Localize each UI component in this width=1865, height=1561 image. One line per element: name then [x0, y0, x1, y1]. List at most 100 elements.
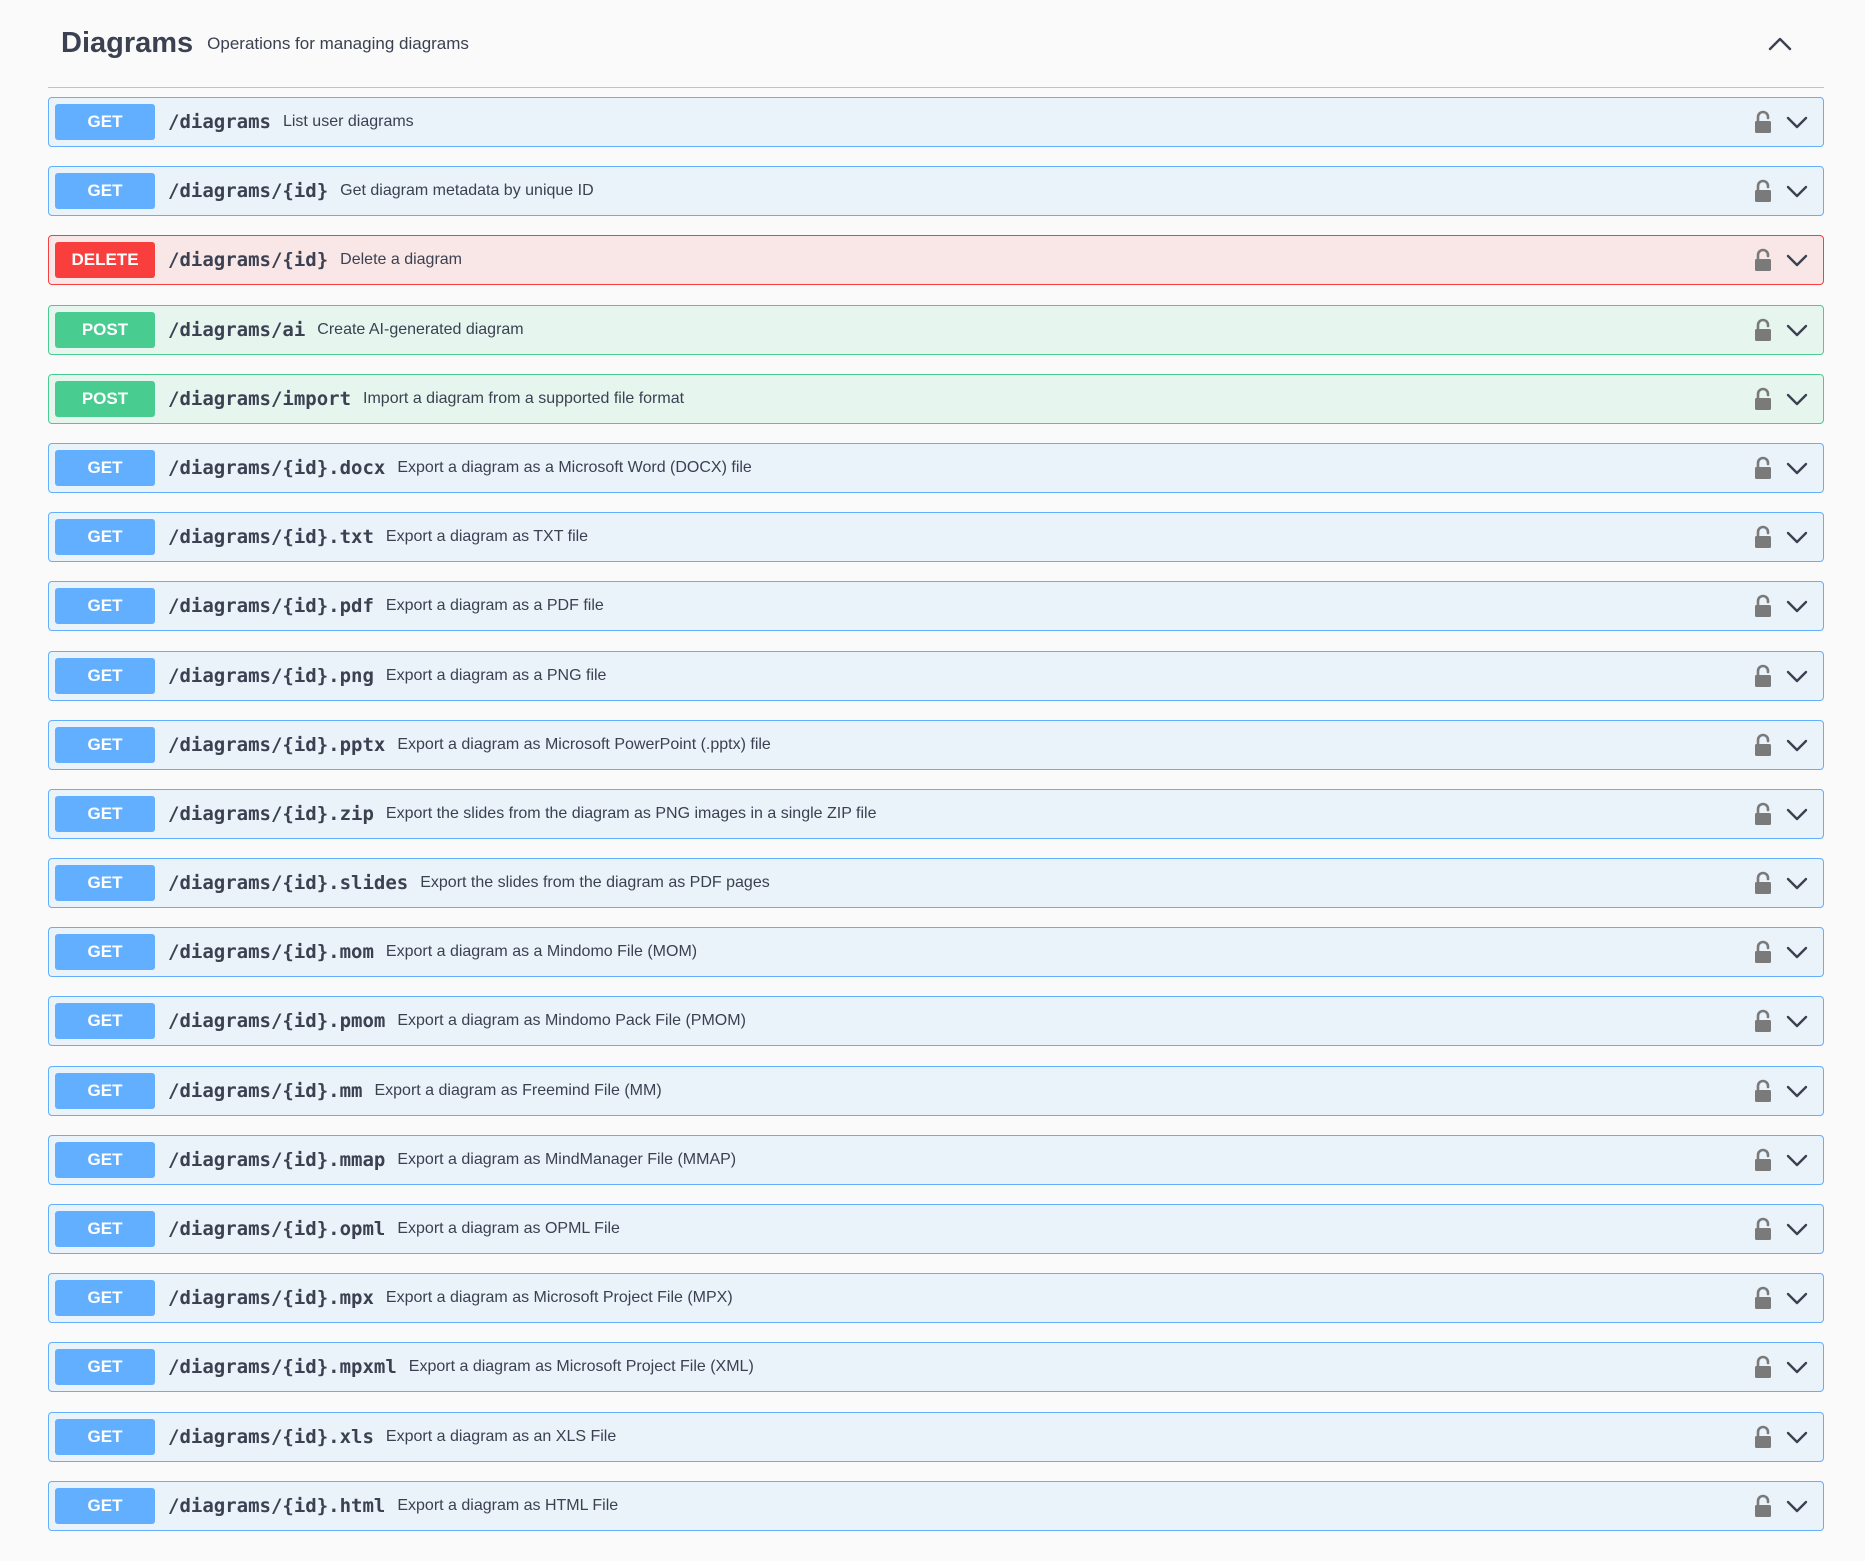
method-badge-get: GET — [55, 1280, 155, 1317]
chevron-down-icon[interactable] — [1785, 1011, 1809, 1031]
method-badge-delete: DELETE — [55, 242, 155, 279]
method-badge-get: GET — [55, 1003, 155, 1040]
operation-row[interactable]: GET/diagrams/{id}.xls Export a diagram as… — [48, 1411, 1824, 1462]
operation-row[interactable]: GET/diagrams/{id}.txt Export a diagram as… — [48, 512, 1824, 563]
operation-path: /diagrams — [168, 111, 271, 133]
operation-summary: Export a diagram as Microsoft PowerPoint… — [397, 735, 771, 753]
diagrams-section: Diagrams Operations for managing diagram… — [48, 0, 1824, 1531]
operation-row[interactable]: GET/diagrams/{id}.docx Export a diagram a… — [48, 442, 1824, 493]
method-badge-post: POST — [55, 311, 155, 348]
chevron-down-icon[interactable] — [1785, 804, 1809, 824]
operation-summary: Export a diagram as a Mindomo File (MOM) — [385, 943, 698, 961]
chevron-down-icon[interactable] — [1785, 666, 1809, 686]
lock-icon[interactable] — [1753, 1009, 1773, 1033]
lock-icon[interactable] — [1753, 1494, 1773, 1518]
operation-row[interactable]: DELETE/diagrams/{id} Delete a diagram — [48, 235, 1824, 286]
operation-path: /diagrams/{id}.png — [168, 664, 374, 687]
section-description: Operations for managing diagrams — [207, 33, 469, 53]
operation-row[interactable]: GET/diagrams/{id}.pdf Export a diagram as… — [48, 581, 1824, 632]
lock-icon[interactable] — [1753, 525, 1773, 549]
method-badge-post: POST — [55, 380, 155, 417]
method-badge-get: GET — [55, 726, 155, 763]
operation-row[interactable]: GET/diagrams/{id}.png Export a diagram as… — [48, 650, 1824, 701]
operation-row[interactable]: GET/diagrams/{id}.zip Export the slides f… — [48, 788, 1824, 839]
operation-row[interactable]: GET/diagrams/{id}.mpx Export a diagram as… — [48, 1273, 1824, 1324]
chevron-down-icon[interactable] — [1785, 1081, 1809, 1101]
operation-path: /diagrams/ai — [168, 318, 306, 341]
method-badge-get: GET — [55, 1211, 155, 1247]
chevron-down-icon[interactable] — [1785, 1150, 1809, 1170]
lock-icon[interactable] — [1753, 318, 1773, 342]
operation-row[interactable]: GET/diagrams/{id}.mmap Export a diagram a… — [48, 1134, 1824, 1185]
operation-row[interactable]: GET/diagrams/{id}.pptx Export a diagram a… — [48, 719, 1824, 770]
operation-path: /diagrams/{id}.mpx — [168, 1287, 374, 1310]
chevron-down-icon[interactable] — [1785, 1288, 1809, 1308]
operations-list: GET/diagrams List user diagrams GET/diagra… — [48, 88, 1824, 1531]
lock-icon[interactable] — [1753, 871, 1773, 895]
lock-icon[interactable] — [1753, 1079, 1773, 1103]
chevron-down-icon[interactable] — [1785, 527, 1809, 547]
chevron-down-icon[interactable] — [1785, 1357, 1809, 1377]
method-badge-get: GET — [55, 795, 155, 832]
operation-path: /diagrams/import — [168, 387, 352, 410]
method-badge-get: GET — [55, 657, 155, 694]
operation-summary: Export a diagram as TXT file — [385, 528, 589, 546]
operation-row[interactable]: POST/diagrams/ai Create AI-generated diag… — [48, 304, 1824, 355]
operation-row[interactable]: GET/diagrams/{id}.opml Export a diagram a… — [48, 1204, 1824, 1254]
operation-row[interactable]: GET/diagrams/{id}.mpxml Export a diagram … — [48, 1342, 1824, 1393]
chevron-down-icon[interactable] — [1785, 1427, 1809, 1447]
operation-row[interactable]: GET/diagrams/{id} Get diagram metadata by… — [48, 166, 1824, 217]
chevron-down-icon[interactable] — [1785, 320, 1809, 340]
chevron-down-icon[interactable] — [1785, 942, 1809, 962]
chevron-down-icon[interactable] — [1785, 735, 1809, 755]
lock-icon[interactable] — [1753, 1355, 1773, 1379]
operation-row[interactable]: GET/diagrams/{id}.mm Export a diagram as … — [48, 1065, 1824, 1116]
operation-path: /diagrams/{id}.mpxml — [168, 1356, 397, 1379]
lock-icon[interactable] — [1753, 110, 1773, 134]
chevron-down-icon[interactable] — [1785, 1496, 1809, 1516]
chevron-down-icon[interactable] — [1785, 250, 1809, 270]
operation-row[interactable]: GET/diagrams/{id}.html Export a diagram a… — [48, 1480, 1824, 1531]
operation-path: /diagrams/{id}.opml — [168, 1218, 386, 1240]
chevron-down-icon[interactable] — [1785, 873, 1809, 893]
method-badge-get: GET — [55, 519, 155, 556]
operation-row[interactable]: GET/diagrams List user diagrams — [48, 97, 1824, 147]
operation-summary: Create AI-generated diagram — [317, 320, 524, 338]
chevron-down-icon[interactable] — [1785, 596, 1809, 616]
operation-summary: Get diagram metadata by unique ID — [340, 182, 594, 200]
operation-summary: Export a diagram as a Microsoft Word (DO… — [397, 458, 752, 476]
lock-icon[interactable] — [1753, 1217, 1773, 1241]
lock-icon[interactable] — [1753, 456, 1773, 480]
operation-path: /diagrams/{id}.slides — [168, 872, 409, 895]
operation-row[interactable]: GET/diagrams/{id}.mom Export a diagram as… — [48, 927, 1824, 978]
lock-icon[interactable] — [1753, 179, 1773, 203]
lock-icon[interactable] — [1753, 802, 1773, 826]
lock-icon[interactable] — [1753, 1425, 1773, 1449]
operation-row[interactable]: GET/diagrams/{id}.pmom Export a diagram a… — [48, 996, 1824, 1047]
operation-row[interactable]: POST/diagrams/import Import a diagram fro… — [48, 373, 1824, 424]
chevron-up-icon[interactable] — [1766, 32, 1794, 56]
operation-row[interactable]: GET/diagrams/{id}.slides Export the slide… — [48, 858, 1824, 909]
lock-icon[interactable] — [1753, 664, 1773, 688]
operation-summary: Export a diagram as OPML File — [397, 1220, 620, 1237]
lock-icon[interactable] — [1753, 248, 1773, 272]
chevron-down-icon[interactable] — [1785, 181, 1809, 201]
operation-path: /diagrams/{id}.txt — [168, 526, 374, 549]
lock-icon[interactable] — [1753, 1148, 1773, 1172]
chevron-down-icon[interactable] — [1785, 112, 1809, 132]
lock-icon[interactable] — [1753, 1286, 1773, 1310]
operation-path: /diagrams/{id}.pmom — [168, 1010, 386, 1033]
method-badge-get: GET — [55, 449, 155, 486]
chevron-down-icon[interactable] — [1785, 1219, 1809, 1239]
lock-icon[interactable] — [1753, 387, 1773, 411]
lock-icon[interactable] — [1753, 940, 1773, 964]
lock-icon[interactable] — [1753, 594, 1773, 618]
chevron-down-icon[interactable] — [1785, 458, 1809, 478]
lock-icon[interactable] — [1753, 733, 1773, 757]
operation-summary: Export a diagram as Mindomo Pack File (P… — [397, 1012, 746, 1030]
operation-summary: Export the slides from the diagram as PD… — [420, 874, 770, 892]
operation-summary: Import a diagram from a supported file f… — [363, 389, 685, 407]
operation-path: /diagrams/{id}.docx — [168, 456, 386, 479]
chevron-down-icon[interactable] — [1785, 389, 1809, 409]
section-header[interactable]: Diagrams Operations for managing diagram… — [48, 0, 1824, 88]
